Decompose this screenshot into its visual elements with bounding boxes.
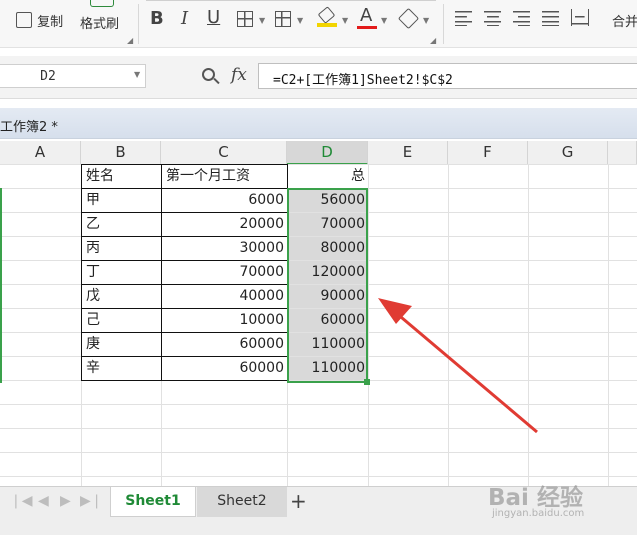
- first-sheet-icon[interactable]: ❘◀: [10, 493, 33, 509]
- prev-sheet-icon[interactable]: ◀: [38, 493, 49, 509]
- sheet-tab-sheet2[interactable]: Sheet2: [197, 487, 287, 517]
- next-sheet-icon[interactable]: ▶: [60, 493, 71, 509]
- add-sheet-button[interactable]: +: [290, 489, 307, 513]
- sheet-tab-sheet1[interactable]: Sheet1: [110, 487, 196, 517]
- watermark-url: jingyan.baidu.com: [492, 508, 585, 519]
- watermark-logo: Bai 经验: [488, 485, 583, 511]
- annotation-arrow: [378, 298, 538, 434]
- last-sheet-icon[interactable]: ▶❘: [80, 493, 103, 509]
- arrow-shaft: [394, 310, 538, 434]
